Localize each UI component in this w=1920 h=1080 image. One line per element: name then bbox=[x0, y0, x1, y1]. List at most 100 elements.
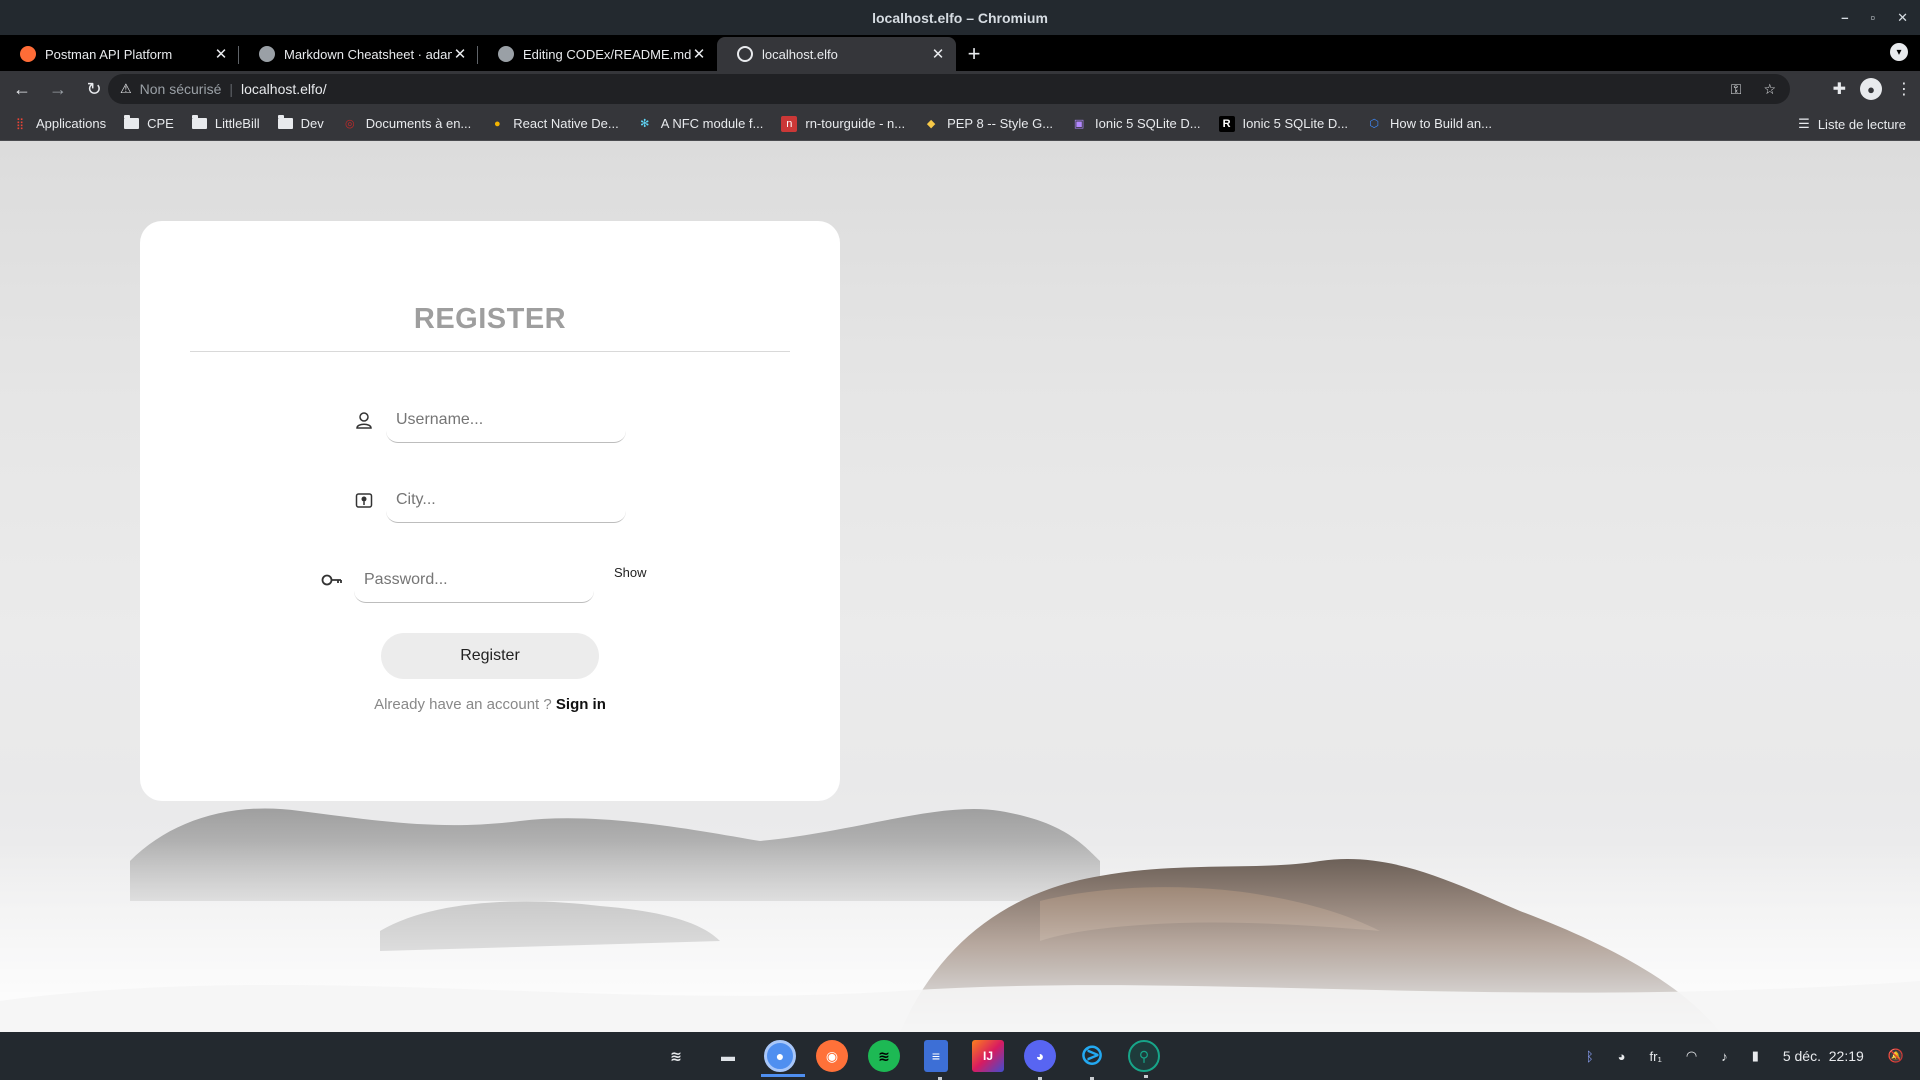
clock[interactable]: 5 déc. 22:19 bbox=[1783, 1048, 1864, 1064]
discord-icon[interactable]: ◕ bbox=[1024, 1040, 1056, 1080]
bookmark-nfc-module[interactable]: ✻ A NFC module f... bbox=[637, 116, 763, 132]
volume-icon[interactable]: ♪ bbox=[1721, 1049, 1728, 1064]
bookmark-react-native[interactable]: ● React Native De... bbox=[489, 116, 619, 132]
globe-icon bbox=[737, 46, 753, 62]
bluetooth-icon[interactable]: ᛒ bbox=[1586, 1049, 1594, 1064]
minimize-icon[interactable]: – bbox=[1841, 10, 1848, 25]
battery-icon[interactable]: ▮ bbox=[1752, 1048, 1759, 1064]
bookmark-folder-littlebill[interactable]: LittleBill bbox=[191, 115, 260, 131]
files-icon[interactable]: ▬ bbox=[712, 1040, 744, 1072]
notifications-off-icon[interactable]: 🔕 bbox=[1888, 1048, 1904, 1064]
bookmark-label: PEP 8 -- Style G... bbox=[947, 116, 1054, 131]
bookmark-folder-dev[interactable]: Dev bbox=[277, 115, 324, 131]
menu-icon[interactable]: ⋮ bbox=[1896, 79, 1912, 99]
zorin-menu-icon[interactable]: ≋ bbox=[660, 1040, 692, 1072]
bookmark-applications[interactable]: ⣿ Applications bbox=[12, 116, 106, 132]
tab-strip: Postman API Platform ✕ Markdown Cheatshe… bbox=[0, 35, 1920, 71]
bookmark-label: rn-tourguide - n... bbox=[805, 116, 906, 131]
intellij-icon[interactable]: IJ bbox=[972, 1040, 1004, 1072]
register-card: REGISTER Username... City... Password...… bbox=[140, 221, 840, 801]
tab-postman[interactable]: Postman API Platform ✕ bbox=[0, 37, 239, 71]
github-favicon-icon bbox=[259, 46, 275, 62]
bookmark-how-to-build[interactable]: ⬡ How to Build an... bbox=[1366, 116, 1492, 132]
tab-markdown-cheatsheet[interactable]: Markdown Cheatsheet · adam-p/markdown-he… bbox=[239, 37, 478, 71]
apps-grid-icon: ⣿ bbox=[15, 118, 25, 130]
chromium-icon[interactable]: ● bbox=[761, 1040, 805, 1077]
bookmark-label: React Native De... bbox=[513, 116, 619, 131]
folder-icon bbox=[124, 115, 140, 129]
window-controls: – ▫ ✕ bbox=[1841, 0, 1908, 35]
bookmark-label: Ionic 5 SQLite D... bbox=[1095, 116, 1201, 131]
maximize-icon[interactable]: ▫ bbox=[1870, 10, 1875, 25]
url-text[interactable]: localhost.elfo/ bbox=[241, 81, 327, 97]
system-tray: ᛒ ◕ fr₁ ◠ ♪ ▮ 5 déc. 22:19 🔕 bbox=[1586, 1032, 1904, 1080]
key-icon bbox=[321, 569, 343, 591]
tab-search-icon[interactable]: ▾ bbox=[1890, 43, 1908, 61]
profile-avatar-icon[interactable]: ● bbox=[1860, 78, 1882, 100]
page-title: REGISTER bbox=[413, 303, 567, 335]
close-tab-icon[interactable]: ✕ bbox=[452, 45, 468, 63]
account-prompt-text: Already have an account ? bbox=[374, 696, 552, 713]
keyboard-layout[interactable]: fr₁ bbox=[1650, 1049, 1662, 1064]
reload-icon[interactable]: ↻ bbox=[80, 75, 108, 103]
bookmark-documents[interactable]: ◎ Documents à en... bbox=[342, 116, 472, 132]
bookmark-ionic-sqlite-1[interactable]: ▣ Ionic 5 SQLite D... bbox=[1071, 116, 1201, 132]
forward-icon[interactable]: → bbox=[44, 75, 72, 103]
react-native-favicon-icon: ● bbox=[493, 117, 501, 130]
security-status[interactable]: Non sécurisé bbox=[140, 81, 222, 97]
bookmarks-bar: ⣿ Applications CPE LittleBill Dev ◎ Docu… bbox=[0, 107, 1920, 141]
username-field[interactable]: Username... bbox=[386, 397, 626, 443]
bookmark-rn-tourguide[interactable]: n rn-tourguide - n... bbox=[781, 115, 906, 132]
tab-label: Editing CODEx/README.md at main bbox=[523, 46, 691, 62]
time-text: 22:19 bbox=[1828, 1048, 1864, 1064]
discord-tray-icon[interactable]: ◕ bbox=[1618, 1049, 1626, 1064]
tab-label: Markdown Cheatsheet · adam-p/markdown-he… bbox=[284, 46, 452, 62]
key-icon[interactable]: ⚿ bbox=[1731, 81, 1742, 98]
page-viewport: REGISTER Username... City... Password...… bbox=[0, 141, 1920, 1032]
new-tab-button[interactable]: + bbox=[956, 37, 992, 71]
bookmark-pep8[interactable]: ◆ PEP 8 -- Style G... bbox=[923, 116, 1053, 132]
close-window-icon[interactable]: ✕ bbox=[1897, 10, 1908, 26]
address-bar[interactable]: ⚠ Non sécurisé | localhost.elfo/ ⚿ ☆ bbox=[108, 74, 1790, 104]
reading-list-button[interactable]: ☰ Liste de lecture bbox=[1798, 107, 1906, 141]
close-tab-icon[interactable]: ✕ bbox=[213, 45, 229, 63]
folder-icon bbox=[191, 115, 207, 129]
warning-icon[interactable]: ⚠ bbox=[120, 81, 132, 97]
back-icon[interactable]: ← bbox=[8, 75, 36, 103]
gitkraken-icon[interactable]: ⚲ bbox=[1128, 1040, 1160, 1078]
sign-in-link[interactable]: Sign in bbox=[556, 696, 606, 713]
extensions-icon[interactable]: ✚ bbox=[1833, 79, 1846, 99]
password-field[interactable]: Password... bbox=[354, 557, 594, 603]
close-tab-icon[interactable]: ✕ bbox=[691, 45, 707, 63]
documents-favicon-icon: ◎ bbox=[344, 118, 355, 130]
firefox-icon[interactable]: ◉ bbox=[816, 1040, 848, 1072]
bookmark-star-icon[interactable]: ☆ bbox=[1763, 81, 1776, 98]
city-placeholder: City... bbox=[396, 490, 436, 508]
tab-label: Postman API Platform bbox=[45, 46, 173, 62]
omnibox-actions: ⚿ ☆ bbox=[1731, 74, 1776, 104]
npm-favicon-icon: n bbox=[781, 115, 798, 132]
toolbar-actions: ✚ ● ⋮ bbox=[1833, 71, 1912, 107]
city-field[interactable]: City... bbox=[386, 477, 626, 523]
register-button[interactable]: Register bbox=[381, 633, 599, 679]
show-password-toggle[interactable]: Show bbox=[614, 565, 647, 580]
date-text: 5 déc. bbox=[1782, 1048, 1821, 1064]
bookmark-folder-cpe[interactable]: CPE bbox=[124, 115, 174, 131]
bookmark-label: CPE bbox=[147, 116, 174, 131]
close-tab-icon[interactable]: ✕ bbox=[930, 45, 946, 63]
vscode-icon[interactable]: ⧁ bbox=[1076, 1040, 1108, 1080]
user-icon bbox=[353, 409, 375, 431]
password-placeholder: Password... bbox=[364, 570, 448, 588]
reading-list-label: Liste de lecture bbox=[1817, 116, 1906, 132]
text-editor-icon[interactable]: ≡ bbox=[924, 1040, 948, 1080]
tab-localhost-elfo[interactable]: localhost.elfo ✕ bbox=[717, 37, 956, 71]
react-favicon-icon: ✻ bbox=[640, 118, 650, 130]
tab-editing-readme[interactable]: Editing CODEx/README.md at main ✕ bbox=[478, 37, 717, 71]
python-favicon-icon: ◆ bbox=[926, 118, 936, 130]
taskbar: ≋ ▬ ● ◉ ≋ ≡ IJ ◕ ⧁ ⚲ ᛒ ◕ fr₁ ◠ ♪ ▮ 5 déc… bbox=[0, 1032, 1920, 1080]
wifi-icon[interactable]: ◠ bbox=[1686, 1048, 1697, 1064]
bookmark-label: Documents à en... bbox=[365, 116, 472, 131]
spotify-icon[interactable]: ≋ bbox=[868, 1040, 900, 1072]
window-titlebar: localhost.elfo – Chromium – ▫ ✕ bbox=[0, 0, 1920, 35]
bookmark-ionic-sqlite-2[interactable]: R Ionic 5 SQLite D... bbox=[1218, 115, 1348, 132]
